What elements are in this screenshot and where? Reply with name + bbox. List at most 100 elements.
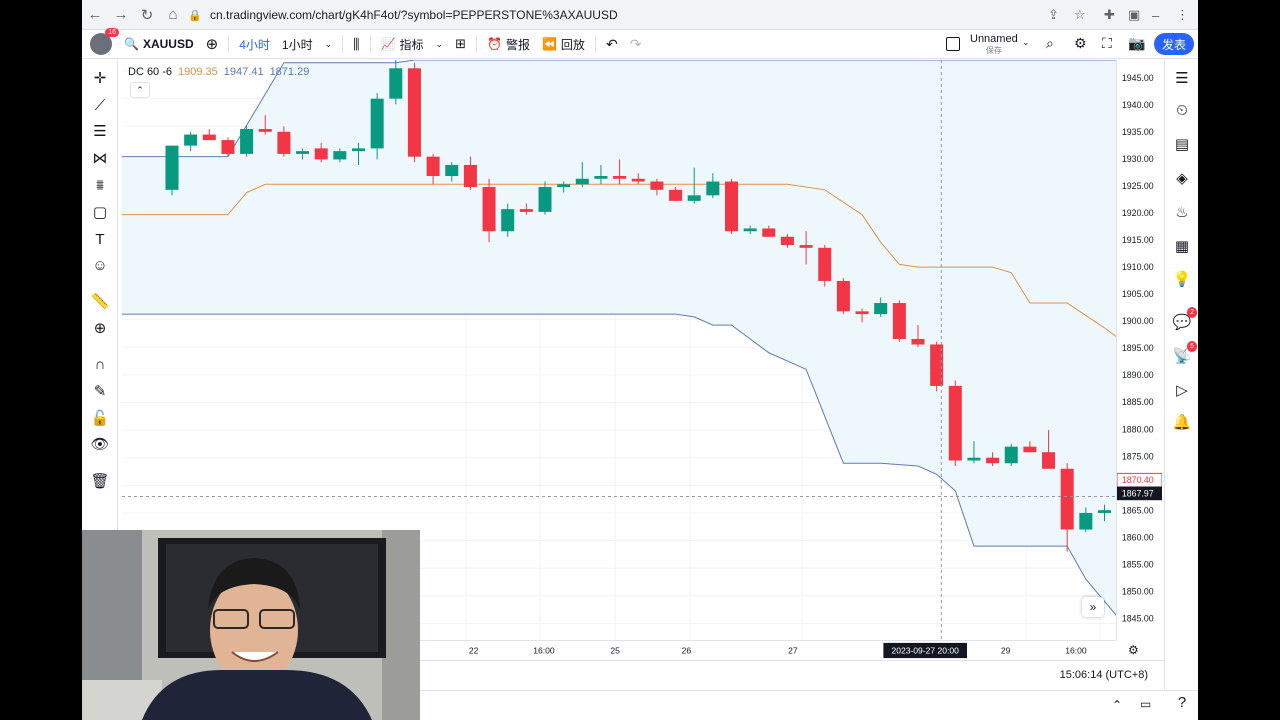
watchlist-icon[interactable]: ☰ [1170, 66, 1194, 90]
candle-body [780, 236, 794, 246]
candle-body [277, 131, 291, 154]
back-icon[interactable]: ← [82, 0, 108, 30]
chevron-down-icon[interactable]: ⌄ [319, 30, 339, 59]
price-tick-label: 1855.00 [1122, 559, 1154, 569]
maximize-panel-icon[interactable]: ▭ [1140, 697, 1151, 711]
price-tick-label: 1900.00 [1122, 316, 1154, 326]
trash-icon[interactable]: 🗑 [88, 470, 112, 492]
eye-icon[interactable]: 👁 [88, 433, 112, 455]
fullscreen-layout-icon[interactable] [946, 37, 960, 51]
indicator-legend[interactable]: DC 60 -6 1909.35 1947.41 1871.29 [128, 66, 309, 78]
timeframe-1h[interactable]: 1小时 [276, 30, 319, 59]
time-tick-label: 22 [469, 645, 479, 655]
lock-icon[interactable]: 🔓 [88, 407, 112, 429]
shapes-icon[interactable]: ▢ [88, 201, 112, 223]
undo-icon[interactable]: ↶ [600, 30, 624, 59]
chevron-up-icon[interactable]: ⌃ [1112, 698, 1122, 712]
zoom-in-icon[interactable]: ⊕ [88, 317, 112, 339]
data-window-icon[interactable]: ▤ [1170, 132, 1194, 156]
notification-bell-icon[interactable]: 🔔 [1170, 410, 1194, 434]
text-icon[interactable]: T [88, 228, 112, 250]
address-bar[interactable]: 🔒 cn.tradingview.com/chart/gK4hF4ot/?sym… [188, 4, 1088, 26]
candle-body [967, 457, 981, 461]
sidepanel-icon[interactable]: ▣ [1128, 0, 1140, 30]
alerts-clock-icon[interactable]: ⏲ [1170, 98, 1194, 122]
redo-icon: ↷ [629, 35, 642, 52]
chevron-down-icon[interactable]: ⌄ [430, 30, 450, 59]
search-icon: 🔍 [124, 37, 139, 51]
streams-icon[interactable]: 📡 5 [1170, 341, 1197, 368]
compare-symbol-icon[interactable]: ⊕ [200, 30, 225, 59]
ruler-icon[interactable]: 📏 [88, 290, 112, 312]
prediction-icon[interactable]: ⩩ [88, 174, 112, 196]
minimize-icon[interactable]: – [1152, 0, 1159, 30]
scroll-to-realtime-icon[interactable]: » [1082, 597, 1104, 617]
replay-button[interactable]: ⏪ 回放 [536, 30, 591, 59]
quick-search-icon[interactable]: ⌕ [1046, 35, 1054, 52]
chevron-up-icon[interactable]: ⌃ [130, 82, 150, 98]
timeframe-4h[interactable]: 4小时 [233, 30, 276, 59]
chat-icon[interactable]: 💬 2 [1170, 307, 1197, 334]
price-tick-label: 1880.00 [1122, 424, 1154, 434]
indicators-icon: 📈 [380, 37, 396, 51]
price-tick-label: 1860.00 [1122, 532, 1154, 542]
symbol-search[interactable]: 🔍 XAUUSD [118, 30, 200, 59]
candle-body [799, 245, 813, 248]
indicators-button[interactable]: 📈 指标 [375, 30, 430, 59]
candle-body [762, 228, 776, 237]
candle-body [370, 98, 384, 149]
pattern-icon[interactable]: ⋈ [88, 147, 112, 169]
candle-body [165, 145, 179, 190]
home-icon[interactable]: ⌂ [160, 0, 186, 30]
clock[interactable]: 15:06:14 (UTC+8) [1060, 669, 1148, 681]
templates-icon[interactable]: ⊞ [449, 30, 472, 59]
axis-settings-gear-icon[interactable]: ⚙ [1128, 643, 1139, 657]
last-price-label: 1870.40 [1122, 475, 1154, 485]
browser-menu-icon[interactable]: ⋮ [1176, 0, 1189, 30]
candle-body [855, 311, 869, 315]
layers-icon[interactable]: ◈ [1170, 166, 1194, 190]
bookmark-star-icon[interactable]: ☆ [1074, 0, 1086, 30]
help-icon[interactable]: ? [1170, 690, 1194, 714]
candle-type-icon[interactable]: ⫼ [347, 30, 365, 59]
price-tick-label: 1915.00 [1122, 235, 1154, 245]
camera-icon[interactable]: 📷 [1128, 35, 1145, 52]
fib-retracement-icon[interactable]: ☰ [88, 120, 112, 142]
price-ticks: 1945.00 1940.00 1935.00 1930.00 1925.00 1920.… [1117, 73, 1162, 623]
share-icon[interactable]: ⇪ [1048, 0, 1059, 30]
price-tick-label: 1875.00 [1122, 451, 1154, 461]
time-tick-label: 29 [1001, 645, 1011, 655]
alarm-icon: ⏰ [487, 37, 502, 51]
layout-saved: 保存 [985, 46, 1002, 55]
extensions-icon[interactable]: ✚ [1104, 0, 1115, 30]
magnet-icon[interactable]: ∩ [88, 353, 112, 375]
layout-name-button[interactable]: Unnamed 保存 [970, 33, 1018, 57]
price-axis[interactable]: 1945.00 1940.00 1935.00 1930.00 1925.00 1920.… [1116, 60, 1162, 640]
widget-bar: ☰ ⏲ ▤ ◈ ♨ ▦ 💡 💬 2 📡 5 ▷ 🔔 ? [1164, 60, 1198, 711]
alert-button[interactable]: ⏰ 警报 [481, 30, 536, 59]
settings-gear-icon[interactable]: ⚙ [1074, 35, 1087, 52]
reload-icon[interactable]: ↻ [134, 0, 160, 30]
emoji-icon[interactable]: ☺ [88, 254, 112, 276]
price-tick-label: 1895.00 [1122, 343, 1154, 353]
candle-body [631, 178, 645, 182]
candle-body [650, 181, 664, 190]
candle-body [258, 129, 272, 132]
play-icon[interactable]: ▷ [1170, 378, 1194, 402]
lock-drawing-icon[interactable]: ✎ [88, 380, 112, 402]
indicators-label: 指标 [399, 37, 424, 52]
ideas-bulb-icon[interactable]: 💡 [1170, 267, 1194, 291]
avatar[interactable]: 16 [90, 28, 119, 55]
price-tick-label: 1845.00 [1122, 613, 1154, 623]
chevron-down-icon[interactable]: ⌄ [1022, 37, 1030, 48]
hotlist-flame-icon[interactable]: ♨ [1170, 200, 1194, 224]
candle-body [1042, 452, 1056, 469]
trend-line-icon[interactable]: ⟋ [88, 94, 112, 116]
publish-button[interactable]: 发表 [1153, 33, 1194, 55]
time-tick-label: 16:00 [1065, 645, 1087, 655]
fullscreen-icon[interactable]: ⛶ [1102, 35, 1112, 52]
calendar-icon[interactable]: ▦ [1170, 234, 1194, 258]
webcam-overlay [82, 530, 420, 720]
crosshair-icon[interactable]: ✛ [88, 67, 112, 89]
forward-icon[interactable]: → [108, 0, 134, 30]
